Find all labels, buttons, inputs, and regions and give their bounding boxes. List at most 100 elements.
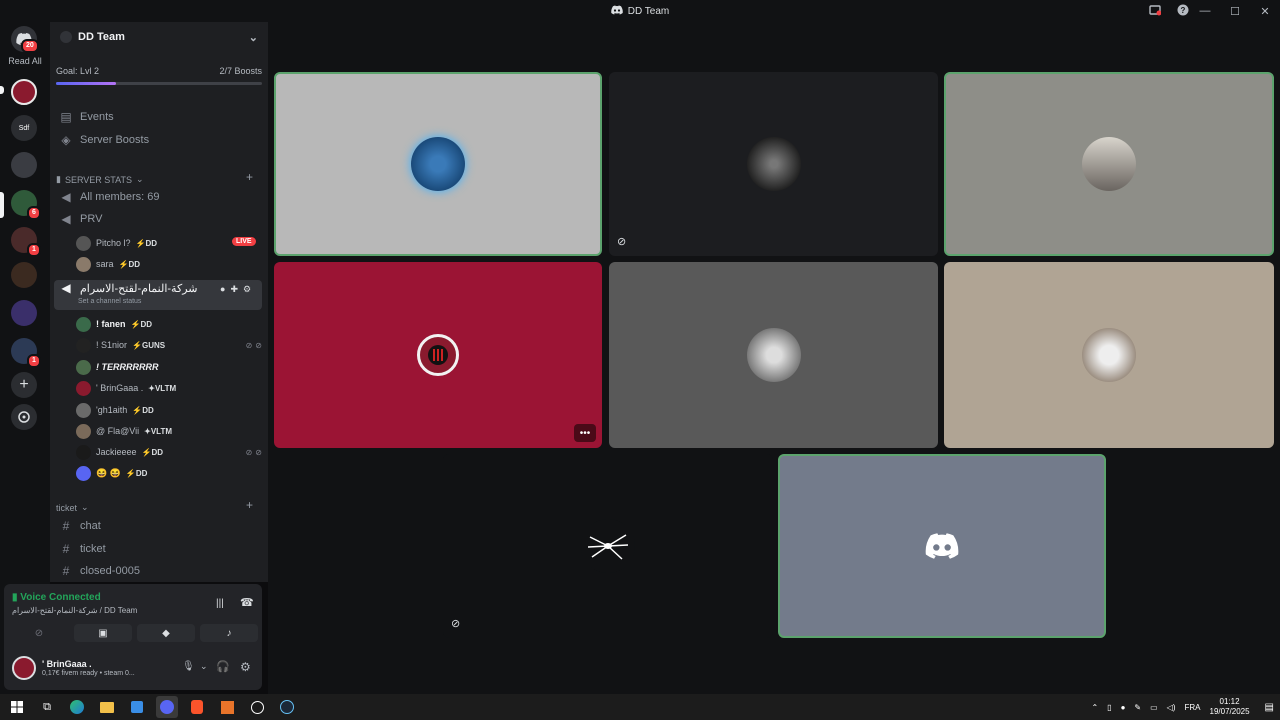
- notifications-icon[interactable]: ▤: [1265, 702, 1274, 713]
- steam-icon[interactable]: [276, 696, 298, 718]
- edge-icon[interactable]: [66, 696, 88, 718]
- channel-prv[interactable]: ◀ PRV: [54, 208, 264, 230]
- channel-ticket[interactable]: # ticket: [54, 538, 264, 560]
- channel-all-members[interactable]: ◀ All members: 69: [54, 186, 264, 208]
- voice-user[interactable]: Pitcho l? ⚡DD: [76, 233, 157, 253]
- set-channel-status[interactable]: Set a channel status: [78, 298, 141, 305]
- minimize-button[interactable]: —: [1190, 5, 1220, 17]
- channel-chat[interactable]: # chat: [54, 515, 264, 537]
- participant-tile[interactable]: ⊘: [443, 454, 773, 638]
- boost-icon: ◈: [61, 133, 71, 147]
- volume-icon[interactable]: ◁): [1167, 703, 1176, 712]
- user-tag-label: DD: [151, 447, 164, 457]
- screen-share-icon: ▣: [98, 627, 108, 639]
- server-folder-1[interactable]: Sdf: [11, 115, 37, 141]
- microphone-icon[interactable]: ●: [1121, 703, 1126, 712]
- chevron-down-icon: ⌄: [135, 174, 144, 184]
- goal-progress-fill: [56, 82, 116, 85]
- participant-tile[interactable]: [274, 72, 602, 256]
- channel-sidebar: DD Team ⌄ Goal: Lvl 2 2/7 Boosts ▤ Events…: [50, 22, 268, 582]
- discord-default-avatar-icon: [925, 533, 959, 559]
- pen-icon[interactable]: ✎: [1134, 703, 1141, 712]
- voice-status[interactable]: ▮ Voice Connected: [12, 592, 101, 603]
- microphone-icon[interactable]: 🎙: [182, 661, 195, 672]
- soundboard-button[interactable]: ♪: [200, 624, 258, 642]
- server-header[interactable]: DD Team ⌄: [50, 22, 268, 52]
- participant-tile[interactable]: ⊘: [609, 72, 938, 256]
- user-tag: ⚡DD: [130, 319, 153, 329]
- discord-taskbar-icon[interactable]: [156, 696, 178, 718]
- help-icon[interactable]: ?: [1176, 3, 1190, 17]
- participant-tile[interactable]: [778, 454, 1106, 638]
- participant-tile[interactable]: [944, 262, 1274, 448]
- channel-label: closed-0005: [80, 565, 140, 577]
- chevron-down-icon[interactable]: ⌄: [200, 661, 208, 672]
- channel-events[interactable]: ▤ Events: [54, 106, 264, 128]
- brave-icon[interactable]: [186, 696, 208, 718]
- camera-button[interactable]: ⊘: [10, 624, 68, 642]
- user-tag-label: DD: [128, 259, 141, 269]
- store-icon[interactable]: [126, 696, 148, 718]
- server-folder-6[interactable]: [11, 300, 37, 326]
- category-ticket[interactable]: ticket ⌄: [56, 502, 89, 513]
- more-options-icon[interactable]: •••: [574, 424, 596, 442]
- app-icon[interactable]: [216, 696, 238, 718]
- gear-icon[interactable]: ⚙: [240, 660, 251, 674]
- voice-user[interactable]: ! fanen ⚡DD: [76, 314, 152, 334]
- headphones-icon[interactable]: 🎧: [216, 660, 230, 673]
- add-channel-icon[interactable]: +: [246, 498, 253, 512]
- add-channel-icon[interactable]: +: [246, 170, 253, 184]
- battery-icon[interactable]: ▯: [1107, 703, 1111, 712]
- avatar: [417, 334, 459, 376]
- avatar[interactable]: [12, 656, 36, 680]
- participant-tile[interactable]: [944, 72, 1274, 256]
- logo-icon: [428, 345, 448, 365]
- server-pill: [0, 86, 4, 94]
- server-folder-2[interactable]: [11, 152, 37, 178]
- channel-closed[interactable]: # closed-0005: [54, 560, 264, 582]
- participant-tile[interactable]: [609, 262, 938, 448]
- read-all-button[interactable]: Read All: [0, 56, 50, 66]
- user-name: 'gh1aith: [96, 405, 128, 415]
- screen-share-button[interactable]: ▣: [74, 624, 132, 642]
- task-view-icon[interactable]: ⧉: [36, 696, 58, 718]
- input-language[interactable]: FRA: [1185, 703, 1201, 712]
- avatar: [76, 235, 91, 251]
- invite-icon[interactable]: ✚: [230, 284, 238, 295]
- disconnect-icon[interactable]: ☎: [240, 596, 254, 609]
- boost-goal[interactable]: Goal: Lvl 2 2/7 Boosts: [50, 52, 268, 76]
- category-server-stats[interactable]: ▮ SERVER STATS ⌄: [56, 174, 144, 185]
- clock[interactable]: 01:12 19/07/2025: [1210, 697, 1250, 717]
- voice-user[interactable]: 'gh1aith ⚡DD: [76, 400, 154, 420]
- add-server-icon[interactable]: +: [11, 372, 37, 398]
- deafened-icon: ⊘: [451, 618, 461, 630]
- chat-bubble-icon[interactable]: ●: [220, 284, 225, 295]
- network-icon[interactable]: ▭: [1150, 703, 1158, 712]
- maximize-button[interactable]: ☐: [1220, 5, 1250, 18]
- channel-server-boosts[interactable]: ◈ Server Boosts: [54, 129, 264, 151]
- voice-user[interactable]: Jackieeee ⚡DD: [76, 442, 163, 462]
- server-folder-5[interactable]: [11, 262, 37, 288]
- gear-icon[interactable]: ⚙: [243, 284, 251, 295]
- file-explorer-icon[interactable]: [96, 696, 118, 718]
- participant-tile[interactable]: •••: [274, 262, 602, 448]
- voice-user[interactable]: sara ⚡DD: [76, 254, 140, 274]
- server-icon-main[interactable]: [11, 79, 37, 105]
- speaker-icon: ◀: [61, 190, 71, 204]
- chevron-up-icon[interactable]: ⌃: [1091, 703, 1098, 712]
- clock-app-icon[interactable]: [246, 696, 268, 718]
- voice-user[interactable]: ! TERRRRRRR: [76, 357, 159, 377]
- voice-user[interactable]: 😆 😆 ⚡DD: [76, 463, 147, 483]
- user-name: sara: [96, 259, 114, 269]
- activity-button[interactable]: ◆: [137, 624, 195, 642]
- user-tag: ⚡GUNS: [132, 340, 166, 350]
- voice-location[interactable]: شركة-النمام-لقتح-الاسرام / DD Team: [12, 606, 137, 615]
- voice-user[interactable]: @ Fla@Vii ✦VLTM: [76, 421, 172, 441]
- inbox-icon[interactable]: [1148, 3, 1162, 17]
- windows-start-icon[interactable]: [6, 696, 28, 718]
- close-button[interactable]: ✕: [1250, 5, 1280, 18]
- voice-user[interactable]: ! S1nior ⚡GUNS: [76, 335, 165, 355]
- discover-icon[interactable]: [11, 404, 37, 430]
- noise-suppression-icon[interactable]: |||: [216, 598, 224, 609]
- voice-user[interactable]: ' BrinGaaa . ✦VLTM: [76, 378, 176, 398]
